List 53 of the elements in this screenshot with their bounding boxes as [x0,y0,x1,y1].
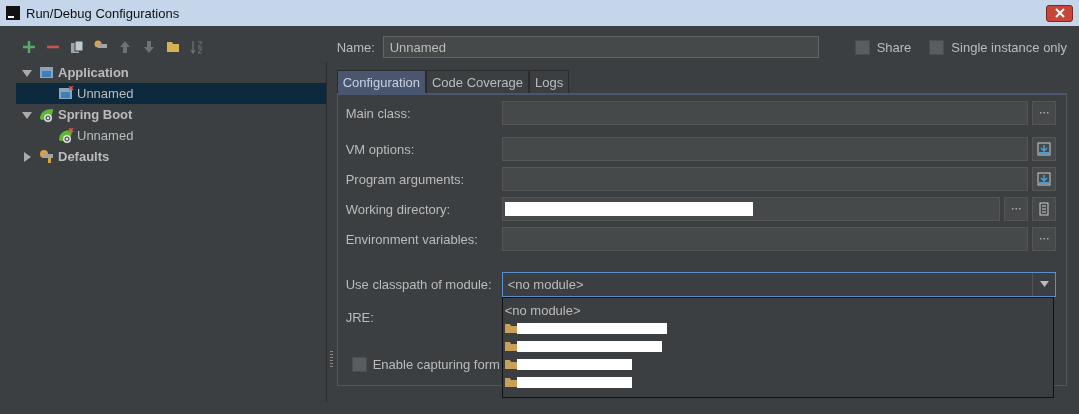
field-label: Program arguments: [345,171,466,187]
checkbox[interactable] [854,39,870,55]
module-dropdown[interactable]: <no module> [501,271,1056,297]
add-icon[interactable] [20,40,38,54]
name-field[interactable]: Unnamed [382,36,819,58]
text-field[interactable] [501,167,1028,191]
expand-button[interactable] [1032,167,1056,191]
field-label: Environment variables: [345,231,479,247]
window-icon [39,64,55,81]
splitter-handle[interactable] [330,351,333,367]
field-label: JRE: [345,309,375,325]
field-label: Working directory: [345,201,452,217]
download-icon [1037,142,1051,156]
tab[interactable]: Logs [529,70,570,93]
download-icon [1037,172,1051,186]
tree-item[interactable]: Application [16,62,326,83]
window-error-icon [58,85,74,102]
wrench-icon [39,148,55,165]
field-label: Main class: [345,105,412,121]
checkbox[interactable] [929,39,945,55]
folder-icon[interactable] [164,40,182,54]
folder-icon [504,377,517,387]
field-label: Use classpath of module: [345,276,493,292]
folder-icon [504,323,517,333]
tree-item[interactable]: Spring Boot [16,104,326,125]
document-button[interactable] [1032,197,1056,221]
dropdown-item[interactable]: <no module> [502,301,1053,319]
tree-item[interactable]: Unnamed [16,83,326,104]
close-icon [1054,8,1065,18]
text-field[interactable] [501,227,1028,251]
tab[interactable]: Configuration [336,70,426,93]
text-field[interactable] [501,197,1000,221]
tab[interactable]: Code Coverage [426,70,530,93]
copy-icon[interactable] [68,40,86,54]
checkbox-label: Enable capturing form [372,357,500,372]
leaf-icon [39,106,55,123]
expand-button[interactable] [1032,137,1056,161]
tree-item[interactable]: Unnamed [16,125,326,146]
checkbox-option[interactable]: Single instance only [929,39,1067,55]
folder-icon [504,359,517,369]
tree-item[interactable]: Defaults [16,146,326,167]
close-button[interactable] [1046,4,1073,22]
app-logo-icon [6,6,20,20]
checkbox-option[interactable]: Share [854,39,912,55]
window-title: Run/Debug Configurations [26,5,180,21]
text-field[interactable] [501,101,1028,125]
document-icon [1039,202,1049,216]
text-field[interactable] [501,137,1028,161]
field-label: VM options: [345,141,416,157]
folder-icon [504,341,517,351]
leaf-error-icon [58,127,74,144]
checkbox[interactable] [351,357,367,372]
name-label: Name: [336,39,376,55]
